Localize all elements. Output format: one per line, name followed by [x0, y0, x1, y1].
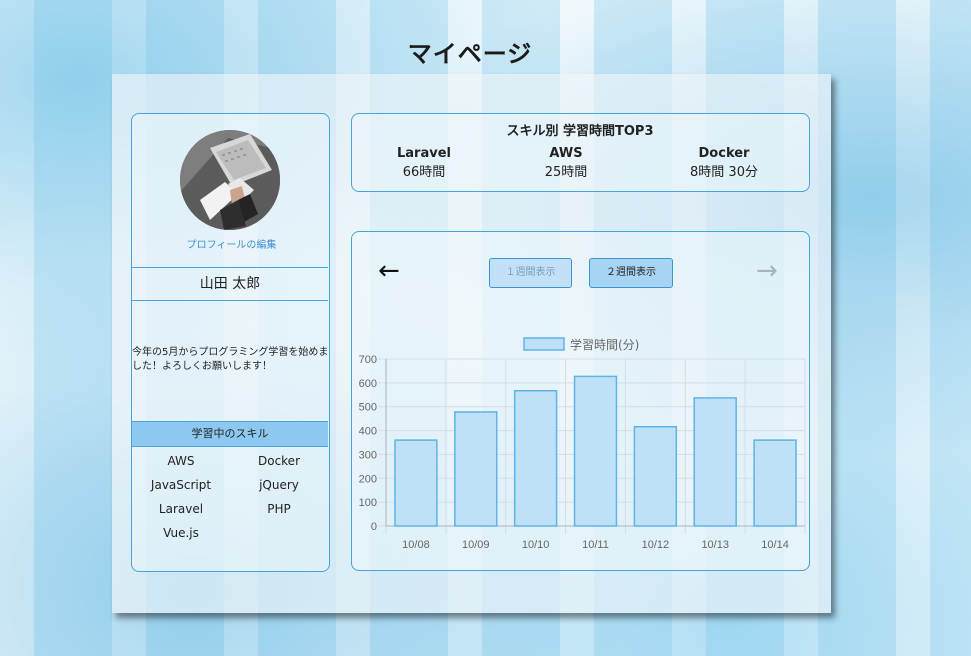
top3-panel: スキル別 学習時間TOP3 Laravel 66時間 AWS 25時間 Dock…: [351, 113, 810, 192]
avatar: [180, 130, 280, 230]
bar: [693, 397, 737, 527]
bar: [573, 375, 618, 527]
skill-item: PHP: [267, 502, 291, 516]
top3-item: Laravel 66時間: [364, 145, 484, 183]
main-card: プロフィールの編集 山田 太郎 今年の5月からプログラミング学習を始めました！よ…: [112, 74, 831, 613]
x-tick-label: 10/10: [522, 539, 550, 551]
top3-skill-time: 25時間: [544, 165, 588, 180]
edit-profile-link[interactable]: プロフィールの編集: [132, 236, 331, 251]
x-tick-label: 10/09: [462, 539, 490, 551]
bar: [633, 426, 678, 527]
y-tick-label: 0: [371, 521, 377, 533]
y-tick-label: 400: [359, 426, 377, 438]
top3-item: Docker 8時間 30分: [664, 145, 784, 183]
bar: [454, 411, 498, 527]
top3-skill-name: AWS: [549, 146, 583, 161]
top3-skill-name: Laravel: [397, 146, 451, 161]
skill-item: Vue.js: [163, 526, 199, 540]
legend-swatch: [523, 337, 565, 351]
top3-skill-time: 66時間: [402, 165, 446, 180]
top3-skill-name: Docker: [698, 146, 750, 161]
study-time-chart: 0 100 200 300 400 500 600 700 10/08 10/09 10/10 10/…: [359, 337, 806, 551]
skills-list: AWS Docker JavaScript jQuery Laravel PHP…: [132, 453, 328, 541]
avatar-image: [180, 130, 280, 230]
profile-name: 山田 太郎: [132, 267, 328, 301]
x-tick-label: 10/14: [761, 539, 789, 551]
page-title: マイページ: [407, 40, 533, 68]
skill-item: JavaScript: [150, 478, 212, 492]
bar: [513, 389, 558, 527]
x-tick-label: 10/13: [701, 539, 729, 551]
y-tick-label: 100: [359, 497, 377, 509]
x-tick-label: 10/12: [642, 539, 670, 551]
profile-bio: 今年の5月からプログラミング学習を始めました！よろしくお願いします！: [132, 347, 329, 372]
bar: [753, 439, 797, 527]
profile-panel: プロフィールの編集 山田 太郎 今年の5月からプログラミング学習を始めました！よ…: [131, 113, 330, 572]
skill-item: jQuery: [259, 478, 299, 492]
skill-item: Docker: [257, 454, 301, 468]
skill-item: Laravel: [158, 502, 204, 516]
top3-item: AWS 25時間: [506, 145, 626, 183]
legend-label: 学習時間(分): [570, 337, 639, 352]
y-tick-label: 500: [359, 402, 377, 414]
y-tick-label: 700: [359, 354, 377, 366]
skills-header: 学習中のスキル: [132, 421, 328, 447]
top3-skill-time: 8時間 30分: [690, 165, 758, 180]
x-tick-label: 10/08: [402, 539, 430, 551]
y-tick-label: 200: [359, 473, 377, 485]
x-tick-label: 10/11: [582, 539, 609, 551]
bar: [394, 439, 438, 527]
top3-title: スキル別 学習時間TOP3: [506, 124, 654, 139]
skill-item: AWS: [167, 454, 195, 468]
y-tick-label: 600: [359, 378, 377, 390]
y-tick-label: 300: [359, 449, 377, 461]
chart-panel: ← １週間表示 ２週間表示 → 0 100 200 300 400 500 600 700 10…: [351, 231, 810, 571]
